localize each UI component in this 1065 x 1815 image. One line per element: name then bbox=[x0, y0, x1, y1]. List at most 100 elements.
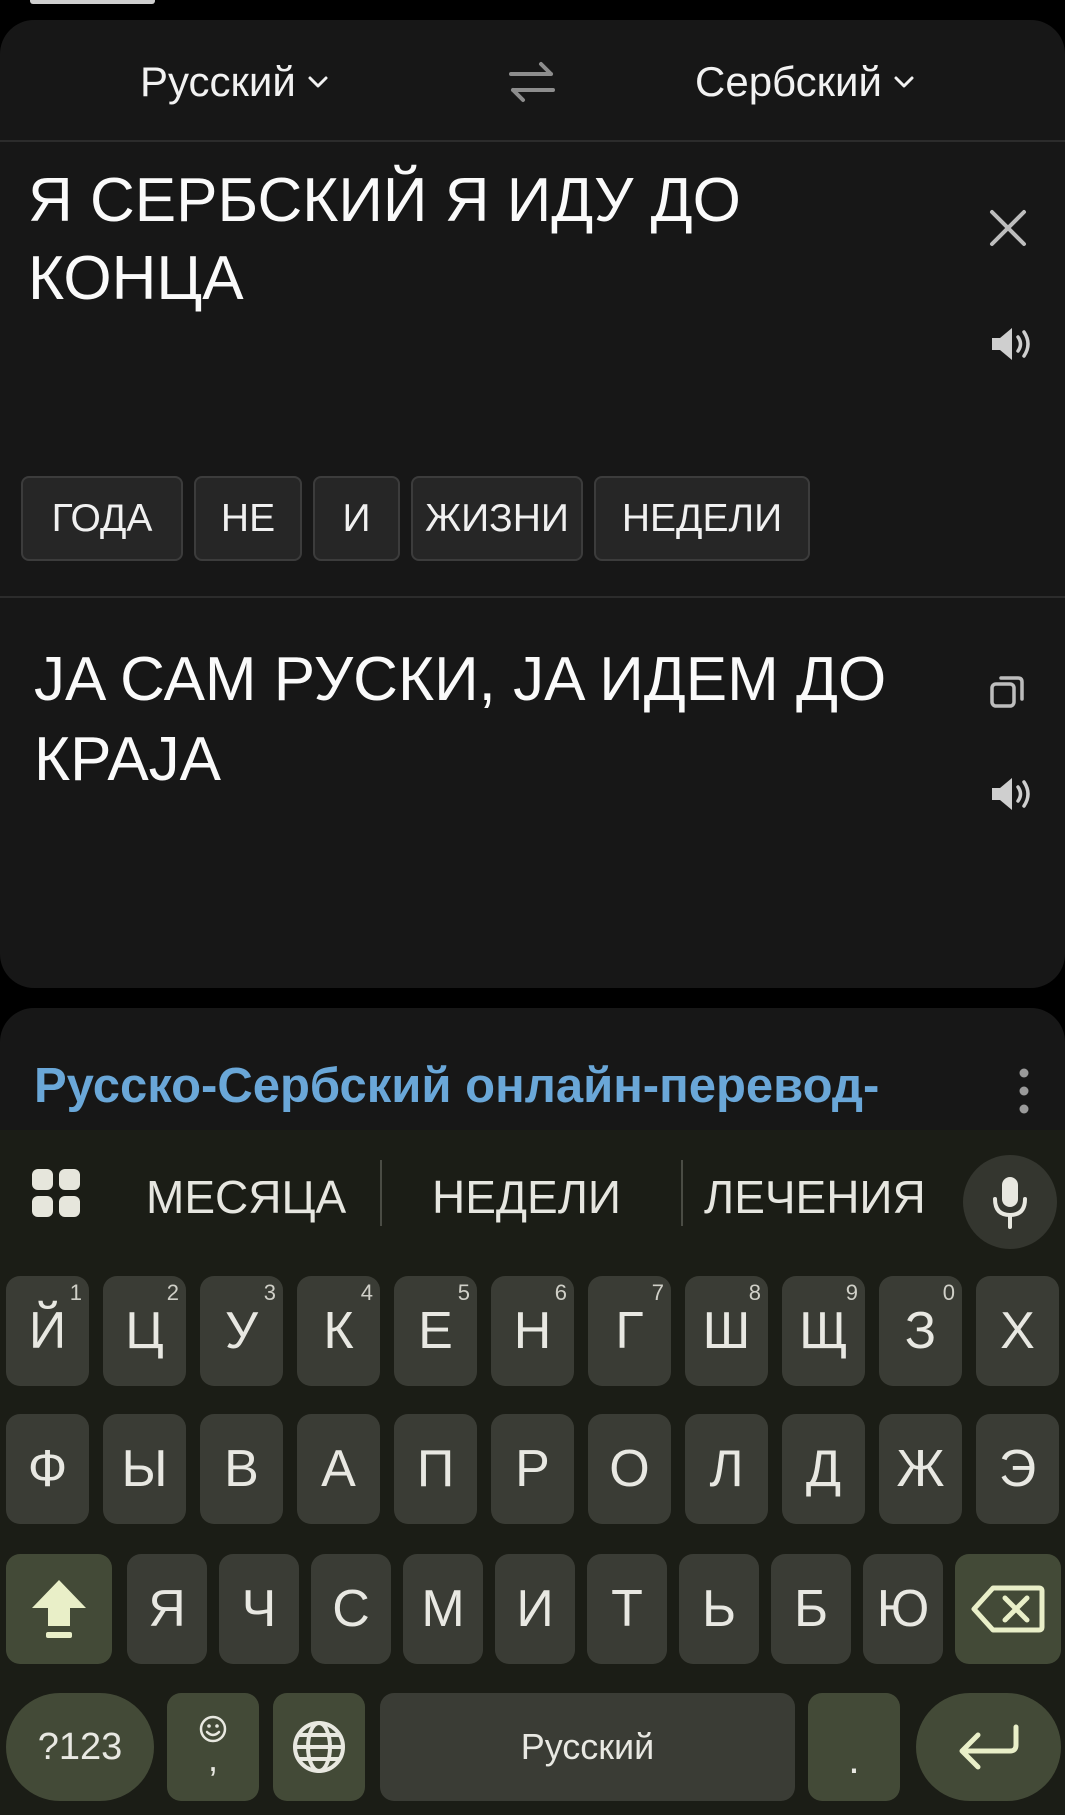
chevron-down-icon bbox=[308, 76, 328, 88]
suggestion-chip[interactable]: И bbox=[313, 476, 400, 561]
suggestion-chip[interactable]: ГОДА bbox=[21, 476, 183, 561]
keyboard: МЕСЯЦА НЕДЕЛИ ЛЕЧЕНИЯ Й1Ц2У3К4Е5Н6Г7Ш8Щ9… bbox=[0, 1130, 1065, 1815]
key-у[interactable]: У3 bbox=[200, 1276, 283, 1386]
key-label: Д bbox=[805, 1440, 842, 1498]
key-label: Ф bbox=[27, 1440, 68, 1498]
key-label: К bbox=[323, 1302, 354, 1360]
key-label: З bbox=[904, 1302, 937, 1360]
key-label: Р bbox=[515, 1440, 550, 1498]
key-label: Э bbox=[998, 1440, 1037, 1498]
apps-grid-icon[interactable] bbox=[30, 1167, 82, 1219]
key-label: Г bbox=[615, 1302, 644, 1360]
key-ч[interactable]: Ч bbox=[219, 1554, 299, 1664]
key-з[interactable]: З0 bbox=[879, 1276, 962, 1386]
mic-button[interactable] bbox=[963, 1155, 1057, 1249]
ad-title[interactable]: Русско-Сербский онлайн-перевод- bbox=[34, 1058, 879, 1114]
key-к[interactable]: К4 bbox=[297, 1276, 380, 1386]
close-icon[interactable] bbox=[986, 206, 1030, 250]
key-ж[interactable]: Ж bbox=[879, 1414, 962, 1524]
swap-icon[interactable] bbox=[505, 58, 559, 106]
backspace-icon bbox=[971, 1585, 1045, 1633]
key-ц[interactable]: Ц2 bbox=[103, 1276, 186, 1386]
language-switch-key[interactable] bbox=[273, 1693, 365, 1801]
speaker-icon[interactable] bbox=[988, 774, 1036, 814]
target-language-label: Сербский bbox=[695, 58, 882, 105]
enter-key[interactable] bbox=[916, 1693, 1061, 1801]
keyboard-suggestion[interactable]: МЕСЯЦА bbox=[146, 1170, 346, 1224]
key-ы[interactable]: Ы bbox=[103, 1414, 186, 1524]
key-hint: 7 bbox=[651, 1280, 664, 1305]
key-и[interactable]: И bbox=[495, 1554, 575, 1664]
key-label: Ь bbox=[701, 1580, 737, 1638]
divider bbox=[681, 1160, 683, 1226]
key-щ[interactable]: Щ9 bbox=[782, 1276, 865, 1386]
more-vertical-icon[interactable] bbox=[1016, 1066, 1032, 1116]
key-х[interactable]: Х bbox=[976, 1276, 1059, 1386]
key-label: Ш bbox=[702, 1302, 751, 1360]
suggestion-chip[interactable]: НЕ bbox=[194, 476, 302, 561]
key-п[interactable]: П bbox=[394, 1414, 477, 1524]
keyboard-suggestion[interactable]: НЕДЕЛИ bbox=[432, 1170, 621, 1224]
enter-icon bbox=[959, 1724, 1018, 1770]
key-label: Ж bbox=[896, 1440, 945, 1498]
key-й[interactable]: Й1 bbox=[6, 1276, 89, 1386]
key-label: Н bbox=[513, 1302, 552, 1360]
chevron-down-icon bbox=[894, 76, 914, 88]
key-р[interactable]: Р bbox=[491, 1414, 574, 1524]
key-label: Ю bbox=[876, 1580, 930, 1638]
shift-icon bbox=[32, 1580, 86, 1638]
key-э[interactable]: Э bbox=[976, 1414, 1059, 1524]
shift-key[interactable] bbox=[6, 1554, 112, 1664]
divider bbox=[0, 596, 1065, 598]
key-б[interactable]: Б bbox=[771, 1554, 851, 1664]
translation-text: JA САМ РУСКИ, JA ИДЕМ ДО КРАJA bbox=[34, 645, 887, 794]
key-label: А bbox=[321, 1440, 356, 1498]
microphone-icon bbox=[993, 1177, 1027, 1229]
key-label: Е bbox=[418, 1302, 453, 1360]
key-о[interactable]: О bbox=[588, 1414, 671, 1524]
key-т[interactable]: Т bbox=[587, 1554, 667, 1664]
key-ш[interactable]: Ш8 bbox=[685, 1276, 768, 1386]
symbols-key[interactable]: ?123 bbox=[6, 1693, 154, 1801]
key-label: М bbox=[421, 1580, 465, 1638]
period-key[interactable]: . bbox=[808, 1693, 900, 1801]
suggestion-chips: ГОДА НЕ И ЖИЗНИ НЕДЕЛИ bbox=[21, 476, 810, 561]
key-л[interactable]: Л bbox=[685, 1414, 768, 1524]
key-label: В bbox=[224, 1440, 259, 1498]
backspace-key[interactable] bbox=[955, 1554, 1061, 1664]
key-я[interactable]: Я bbox=[127, 1554, 207, 1664]
key-label: Й bbox=[28, 1302, 67, 1360]
key-label: С bbox=[332, 1580, 370, 1638]
key-ь[interactable]: Ь bbox=[679, 1554, 759, 1664]
key-label: Ч bbox=[241, 1580, 277, 1638]
key-с[interactable]: С bbox=[311, 1554, 391, 1664]
comma-label: , bbox=[207, 1738, 218, 1779]
keyboard-suggestion[interactable]: ЛЕЧЕНИЯ bbox=[704, 1170, 926, 1224]
key-label: Ц bbox=[125, 1302, 164, 1360]
key-hint: 0 bbox=[942, 1280, 955, 1305]
key-ю[interactable]: Ю bbox=[863, 1554, 943, 1664]
key-а[interactable]: А bbox=[297, 1414, 380, 1524]
suggestion-chip[interactable]: ЖИЗНИ bbox=[411, 476, 583, 561]
copy-icon[interactable] bbox=[988, 672, 1028, 712]
key-г[interactable]: Г7 bbox=[588, 1276, 671, 1386]
key-н[interactable]: Н6 bbox=[491, 1276, 574, 1386]
status-bar-indicator bbox=[30, 0, 155, 4]
key-д[interactable]: Д bbox=[782, 1414, 865, 1524]
key-м[interactable]: М bbox=[403, 1554, 483, 1664]
key-в[interactable]: В bbox=[200, 1414, 283, 1524]
key-label: Я bbox=[148, 1580, 186, 1638]
key-ф[interactable]: Ф bbox=[6, 1414, 89, 1524]
source-language-selector[interactable]: Русский bbox=[140, 58, 330, 106]
key-label: Щ bbox=[799, 1302, 848, 1360]
suggestion-chip[interactable]: НЕДЕЛИ bbox=[594, 476, 810, 561]
source-text-input[interactable]: Я СЕРБСКИЙ Я ИДУ ДО КОНЦА bbox=[28, 162, 848, 318]
emoji-comma-key[interactable]: , bbox=[167, 1693, 259, 1801]
key-е[interactable]: Е5 bbox=[394, 1276, 477, 1386]
target-language-selector[interactable]: Сербский bbox=[695, 58, 916, 106]
language-bar: Русский Сербский bbox=[0, 20, 1065, 140]
keyboard-suggestion-bar: МЕСЯЦА НЕДЕЛИ ЛЕЧЕНИЯ bbox=[0, 1130, 1065, 1260]
key-label: П bbox=[416, 1440, 455, 1498]
space-key[interactable]: Русский bbox=[380, 1693, 795, 1801]
speaker-icon[interactable] bbox=[988, 324, 1036, 364]
